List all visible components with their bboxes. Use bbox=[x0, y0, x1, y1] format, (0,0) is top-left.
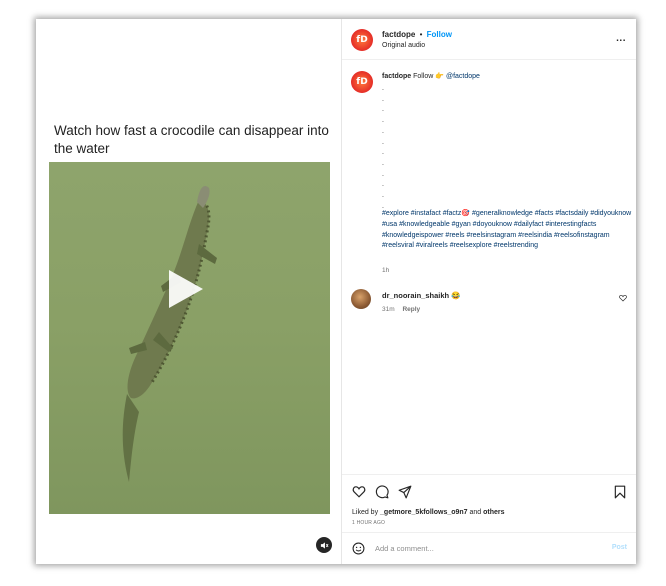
comment-like-icon[interactable] bbox=[619, 294, 627, 302]
post-time: 1h bbox=[382, 267, 390, 274]
post-modal: Watch how fast a crocodile can disappear… bbox=[36, 19, 636, 564]
post-timestamp: 1 HOUR AGO bbox=[352, 520, 386, 526]
post-button[interactable]: Post bbox=[612, 544, 627, 551]
mute-icon[interactable] bbox=[316, 537, 332, 553]
likes-summary: Liked by _getmore_5kfollows_o9n7 and oth… bbox=[352, 509, 505, 516]
hashtag-list[interactable]: #explore #instafact #factz🎯 #generalknow… bbox=[382, 209, 634, 252]
comment-text: 😂 bbox=[451, 291, 461, 300]
reply-button[interactable]: Reply bbox=[402, 306, 420, 313]
header-username[interactable]: factdope bbox=[382, 30, 415, 39]
action-bar: Liked by _getmore_5kfollows_o9n7 and oth… bbox=[342, 474, 636, 529]
liked-by-user[interactable]: _getmore_5kfollows_o9n7 bbox=[380, 509, 468, 516]
separator-dot: • bbox=[419, 30, 423, 39]
media-panel: Watch how fast a crocodile can disappear… bbox=[36, 19, 342, 564]
details-panel: fD factdope • Follow Original audio ... … bbox=[342, 19, 636, 564]
play-icon[interactable] bbox=[169, 270, 203, 308]
mention-link[interactable]: @factdope bbox=[446, 73, 480, 80]
like-icon[interactable] bbox=[352, 485, 366, 498]
more-options-icon[interactable]: ... bbox=[616, 33, 626, 44]
comment-bar: Add a comment... Post bbox=[342, 532, 636, 564]
comment-input[interactable]: Add a comment... bbox=[375, 544, 434, 553]
commenter-avatar[interactable] bbox=[351, 289, 371, 309]
crocodile-image bbox=[122, 185, 217, 482]
original-audio-link[interactable]: Original audio bbox=[382, 42, 425, 49]
comment-icon[interactable] bbox=[375, 485, 389, 499]
video-caption: Watch how fast a crocodile can disappear… bbox=[54, 123, 329, 156]
video-player[interactable] bbox=[49, 162, 330, 514]
others-link[interactable]: others bbox=[483, 509, 504, 516]
caption-dots: ... ... ... ... bbox=[382, 85, 384, 210]
follow-button[interactable]: Follow bbox=[427, 30, 452, 39]
share-icon[interactable] bbox=[398, 485, 412, 499]
caption-avatar[interactable]: fD bbox=[351, 71, 373, 93]
bookmark-icon[interactable] bbox=[614, 485, 626, 499]
post-header: fD factdope • Follow Original audio ... bbox=[342, 19, 636, 60]
comment-time: 31m bbox=[382, 306, 395, 313]
emoji-icon[interactable] bbox=[352, 542, 365, 555]
commenter-username[interactable]: dr_noorain_shaikh bbox=[382, 291, 449, 300]
caption-username[interactable]: factdope bbox=[382, 73, 411, 80]
comment: dr_noorain_shaikh 😂 bbox=[382, 291, 461, 300]
pointing-emoji: 👉 bbox=[435, 73, 445, 80]
caption-follow: Follow bbox=[413, 73, 434, 80]
avatar[interactable]: fD bbox=[351, 29, 373, 51]
post-caption: factdope Follow 👉 @factdope bbox=[382, 72, 632, 82]
